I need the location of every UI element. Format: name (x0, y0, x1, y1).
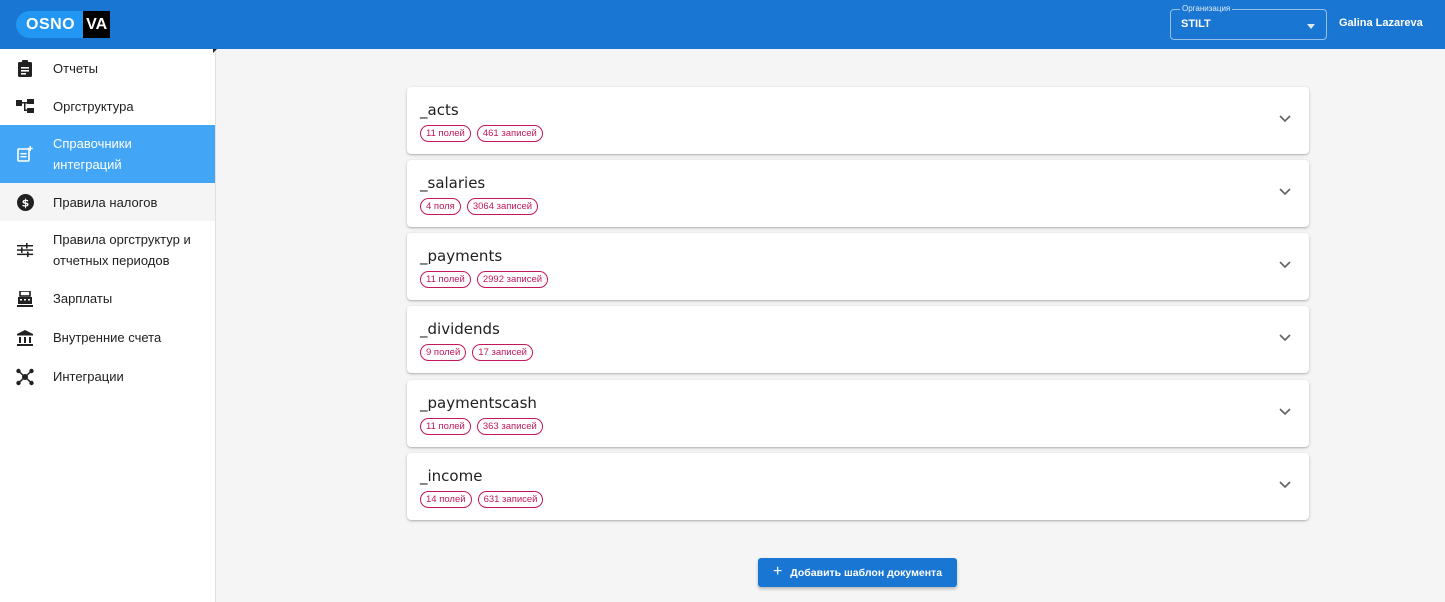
fields-count-chip: 14 полей (420, 491, 472, 508)
template-name: _income (420, 467, 483, 485)
organization-select[interactable]: Организация STILT (1170, 4, 1327, 40)
chevron-down-icon[interactable] (1279, 481, 1291, 489)
post-add-icon (16, 145, 34, 163)
template-name: _paymentscash (420, 394, 537, 412)
fields-count-chip: 9 полей (420, 344, 467, 361)
sidebar-item-internal-accounts[interactable]: Внутренние счета (0, 318, 215, 357)
fields-count-chip: 11 полей (420, 125, 471, 142)
org-structure-icon (16, 97, 34, 115)
tune-icon (16, 241, 34, 259)
logo-left: OSNO (16, 11, 84, 38)
sidebar-item-label-line1: Правила оргструктур и (53, 232, 191, 247)
sidebar-item-tax-rules[interactable]: $ Правила налогов (0, 183, 215, 221)
sidebar-item-label: Внутренние счета (53, 330, 162, 345)
template-card[interactable]: _payments 11 полей 2992 записей (407, 233, 1309, 300)
sidebar-item-org-period-rules[interactable]: Правила оргструктур и отчетных периодов (0, 221, 215, 279)
records-count-chip: 2992 записей (476, 271, 549, 288)
organization-value: STILT (1181, 18, 1211, 30)
register-icon (16, 290, 34, 308)
sidebar-item-label: Правила налогов (53, 194, 158, 210)
records-count-chip: 3064 записей (466, 198, 539, 215)
template-chips: 11 полей 2992 записей (420, 271, 549, 288)
template-name: _salaries (420, 174, 486, 192)
sidebar-item-label-line2: интеграций (53, 157, 122, 172)
sidebar-item-salaries[interactable]: Зарплаты (0, 279, 215, 318)
add-button-label: Добавить шаблон документа (790, 566, 943, 579)
sidebar: Отчеты Оргструктура Справочники интеграц… (0, 49, 217, 602)
chevron-down-icon[interactable] (1279, 115, 1291, 123)
records-count-chip: 461 записей (476, 125, 543, 142)
template-chips: 11 полей 461 записей (420, 125, 543, 142)
svg-text:$: $ (21, 196, 29, 209)
chevron-down-icon[interactable] (1279, 261, 1291, 269)
dollar-circle-icon: $ (16, 193, 34, 211)
records-count-chip: 631 записей (477, 491, 544, 508)
sidebar-item-reports[interactable]: Отчеты (0, 49, 215, 87)
template-chips: 4 поля 3064 записей (420, 198, 539, 215)
user-name[interactable]: Galina Lazareva (1339, 17, 1423, 29)
template-name: _payments (420, 247, 503, 265)
sidebar-item-label: Зарплаты (53, 291, 113, 306)
chevron-down-icon[interactable] (1279, 408, 1291, 416)
records-count-chip: 17 записей (472, 344, 533, 361)
logo-right: VA (83, 11, 111, 38)
template-card[interactable]: _salaries 4 поля 3064 записей (407, 160, 1309, 227)
template-name: _acts (420, 101, 459, 119)
template-card[interactable]: _paymentscash 11 полей 363 записей (407, 380, 1309, 447)
template-chips: 14 полей 631 записей (420, 491, 544, 508)
fields-count-chip: 11 полей (420, 418, 471, 435)
template-chips: 9 полей 17 записей (420, 344, 533, 361)
sidebar-item-label: Оргструктура (53, 98, 134, 114)
plus-icon: + (772, 562, 783, 580)
sidebar-item-integrations[interactable]: Интеграции (0, 357, 215, 396)
template-chips: 11 полей 363 записей (420, 418, 543, 435)
app-header: OSNO VA Организация STILT Galina Lazarev… (0, 0, 1445, 49)
bank-icon (16, 329, 34, 347)
records-count-chip: 363 записей (476, 418, 543, 435)
fields-count-chip: 4 поля (420, 198, 461, 215)
sidebar-item-org-structure[interactable]: Оргструктура (0, 87, 215, 125)
caret-down-icon (1307, 24, 1315, 29)
template-card[interactable]: _acts 11 полей 461 записей (407, 87, 1309, 154)
sidebar-item-label: Интеграции (53, 369, 124, 384)
organization-label: Организация (1180, 4, 1233, 14)
chevron-down-icon[interactable] (1279, 188, 1291, 196)
logo[interactable]: OSNO VA (16, 11, 111, 38)
sidebar-item-integration-directories[interactable]: Справочники интеграций (0, 125, 215, 183)
sidebar-item-label-line2: отчетных периодов (53, 253, 170, 268)
clipboard-icon (16, 59, 34, 77)
template-card[interactable]: _dividends 9 полей 17 записей (407, 306, 1309, 373)
network-icon (16, 368, 34, 386)
sidebar-item-label: Отчеты (53, 60, 98, 76)
add-document-template-button[interactable]: + Добавить шаблон документа (758, 558, 957, 587)
template-card[interactable]: _income 14 полей 631 записей (407, 453, 1309, 520)
chevron-down-icon[interactable] (1279, 334, 1291, 342)
template-name: _dividends (420, 320, 500, 338)
sidebar-item-label-line1: Справочники (53, 136, 132, 151)
fields-count-chip: 11 полей (420, 271, 471, 288)
